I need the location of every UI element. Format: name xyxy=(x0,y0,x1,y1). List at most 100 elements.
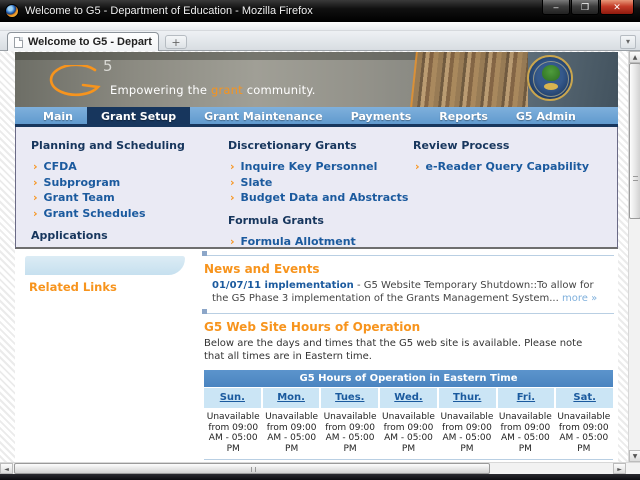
related-links-title: Related Links xyxy=(29,280,117,294)
page-content: 5 Empowering the grant community. Main Gr… xyxy=(15,52,618,472)
firefox-icon xyxy=(5,4,19,18)
vertical-scroll-thumb[interactable] xyxy=(629,63,640,219)
page-body: Related Links News and Events 01/07/11 i… xyxy=(15,249,618,472)
page-viewport: 5 Empowering the grant community. Main Gr… xyxy=(0,51,640,472)
window-bottom-edge xyxy=(0,474,640,480)
menu-link-label: Inquire Key Personnel xyxy=(240,160,378,173)
day-header[interactable]: Fri. xyxy=(497,388,555,408)
window-title: Welcome to G5 - Department of Education … xyxy=(25,5,313,17)
tab-bar: Welcome to G5 - Departmen... + ▾ xyxy=(0,31,640,51)
availability-cell: Unavailable from 09:00 AM - 05:00 PM xyxy=(323,412,377,454)
day-header[interactable]: Wed. xyxy=(380,388,437,408)
menu-link[interactable]: › Budget Data and Abstracts xyxy=(228,190,413,206)
day-header[interactable]: Sun. xyxy=(204,388,261,408)
scroll-up-button[interactable]: ▲ xyxy=(629,51,640,63)
news-heading: News and Events xyxy=(204,262,320,276)
chevron-right-icon: › xyxy=(33,160,38,173)
g5-logo-five: 5 xyxy=(103,57,113,75)
chevron-right-icon: › xyxy=(33,191,38,204)
availability-cell: Unavailable from 09:00 AM - 05:00 PM xyxy=(206,412,260,454)
tagline-grant-highlight: grant xyxy=(210,83,243,97)
menu-link-label: CFDA xyxy=(43,160,77,173)
chevron-right-icon: › xyxy=(230,234,235,248)
horizontal-scroll-thumb[interactable] xyxy=(14,463,490,474)
menu-link-label: Slate xyxy=(240,175,273,189)
menu-link[interactable]: › Slate xyxy=(228,175,413,191)
menu-section-heading: Applications xyxy=(31,229,108,242)
menu-link-label: Subprogram xyxy=(43,175,121,189)
menu-link[interactable]: › e-Reader Query Capability xyxy=(413,159,610,175)
menu-strip xyxy=(0,22,640,31)
nav-item-grant-setup[interactable]: Grant Setup xyxy=(86,107,191,124)
menu-column: Review Process › e-Reader Query Capability xyxy=(413,131,610,247)
nav-item-g5-admin[interactable]: G5 Admin xyxy=(502,107,590,124)
nav-item-payments[interactable]: Payments xyxy=(337,107,426,124)
related-links-tab-shape xyxy=(25,256,185,275)
scroll-grip-icon xyxy=(251,467,256,472)
hours-table-day-row: Sun. Mon. Tues. Wed. Thur. Fri. Sat. xyxy=(204,388,613,408)
vertical-scrollbar[interactable]: ▲ ▼ xyxy=(628,51,640,462)
tab-title: Welcome to G5 - Departmen... xyxy=(28,36,152,48)
menu-section-heading: Discretionary Grants xyxy=(228,139,357,152)
maximize-button[interactable]: ❐ xyxy=(571,0,599,15)
title-bar: Welcome to G5 - Department of Education … xyxy=(0,0,640,22)
day-header[interactable]: Sat. xyxy=(556,388,613,408)
chevron-right-icon: › xyxy=(33,175,38,189)
nav-bar: Main Grant Setup Grant Maintenance Payments… xyxy=(15,107,618,127)
menu-link-label: Grant Team xyxy=(43,191,115,204)
browser-tab[interactable]: Welcome to G5 - Departmen... xyxy=(7,32,159,51)
availability-cell: Unavailable from 09:00 AM - 05:00 PM xyxy=(557,412,611,454)
hours-table: G5 Hours of Operation in Eastern Time Su… xyxy=(204,370,613,460)
nav-item-main[interactable]: Main xyxy=(29,107,87,124)
menu-link-label: Budget Data and Abstracts xyxy=(240,191,409,204)
menu-link[interactable]: › Inquire Key Personnel xyxy=(228,159,413,175)
window-controls: – ❐ ✕ xyxy=(541,0,634,15)
availability-cell: Unavailable from 09:00 AM - 05:00 PM xyxy=(498,412,552,454)
menu-section-heading: Review Process xyxy=(413,139,510,152)
availability-cell: Unavailable from 09:00 AM - 05:00 PM xyxy=(265,412,319,454)
scroll-right-button[interactable]: ► xyxy=(613,463,626,474)
section-divider xyxy=(202,251,618,257)
page-icon xyxy=(14,36,23,48)
new-tab-button[interactable]: + xyxy=(165,35,187,49)
scroll-grip-icon xyxy=(633,176,638,181)
menu-link[interactable]: › CFDA xyxy=(31,159,228,175)
scroll-left-button[interactable]: ◄ xyxy=(0,463,13,474)
browser-window: Welcome to G5 - Department of Education … xyxy=(0,0,640,480)
day-header[interactable]: Tues. xyxy=(321,388,379,408)
g5-logo-icon xyxy=(49,65,101,97)
news-item: 01/07/11 implementation - G5 Website Tem… xyxy=(212,280,604,305)
more-link[interactable]: more » xyxy=(562,293,597,304)
menu-link[interactable]: › Subprogram xyxy=(31,175,228,191)
menu-link-label: Grant Schedules xyxy=(43,206,146,220)
menu-section-heading: Planning and Scheduling xyxy=(31,139,185,152)
site-banner: 5 Empowering the grant community. xyxy=(15,52,618,107)
scroll-down-button[interactable]: ▼ xyxy=(629,450,640,462)
hours-heading: G5 Web Site Hours of Operation xyxy=(204,320,421,334)
menu-link[interactable]: › Grant Team xyxy=(31,190,228,206)
main-column: News and Events 01/07/11 implementation … xyxy=(202,249,618,472)
day-header[interactable]: Thur. xyxy=(438,388,496,408)
chevron-right-icon: › xyxy=(415,160,420,173)
hours-intro: Below are the days and times that the G5… xyxy=(204,338,583,362)
menu-link-label: e-Reader Query Capability xyxy=(425,160,589,173)
day-header[interactable]: Mon. xyxy=(262,388,320,408)
menu-section-heading: Formula Grants xyxy=(228,213,324,227)
tagline: Empowering the grant community. xyxy=(110,83,316,97)
chevron-right-icon: › xyxy=(230,175,235,189)
chevron-right-icon: › xyxy=(33,206,38,220)
nav-item-grant-maintenance[interactable]: Grant Maintenance xyxy=(190,107,337,124)
nav-item-reports[interactable]: Reports xyxy=(425,107,502,124)
menu-link[interactable]: › Grant Schedules xyxy=(31,206,228,222)
news-link[interactable]: 01/07/11 implementation xyxy=(212,280,354,291)
menu-column: Discretionary Grants › Inquire Key Personn… xyxy=(228,131,413,263)
menu-link[interactable]: › Formula Allotment xyxy=(228,234,413,250)
dept-of-education-seal xyxy=(527,55,573,101)
horizontal-scrollbar[interactable]: ◄ ► xyxy=(0,462,640,474)
section-divider xyxy=(202,309,618,315)
menu-column: Planning and Scheduling › CFDA › Subprogram ›… xyxy=(31,131,228,279)
close-button[interactable]: ✕ xyxy=(600,0,634,15)
chevron-right-icon: › xyxy=(230,160,235,173)
list-tabs-button[interactable]: ▾ xyxy=(620,35,636,49)
minimize-button[interactable]: – xyxy=(542,0,570,15)
